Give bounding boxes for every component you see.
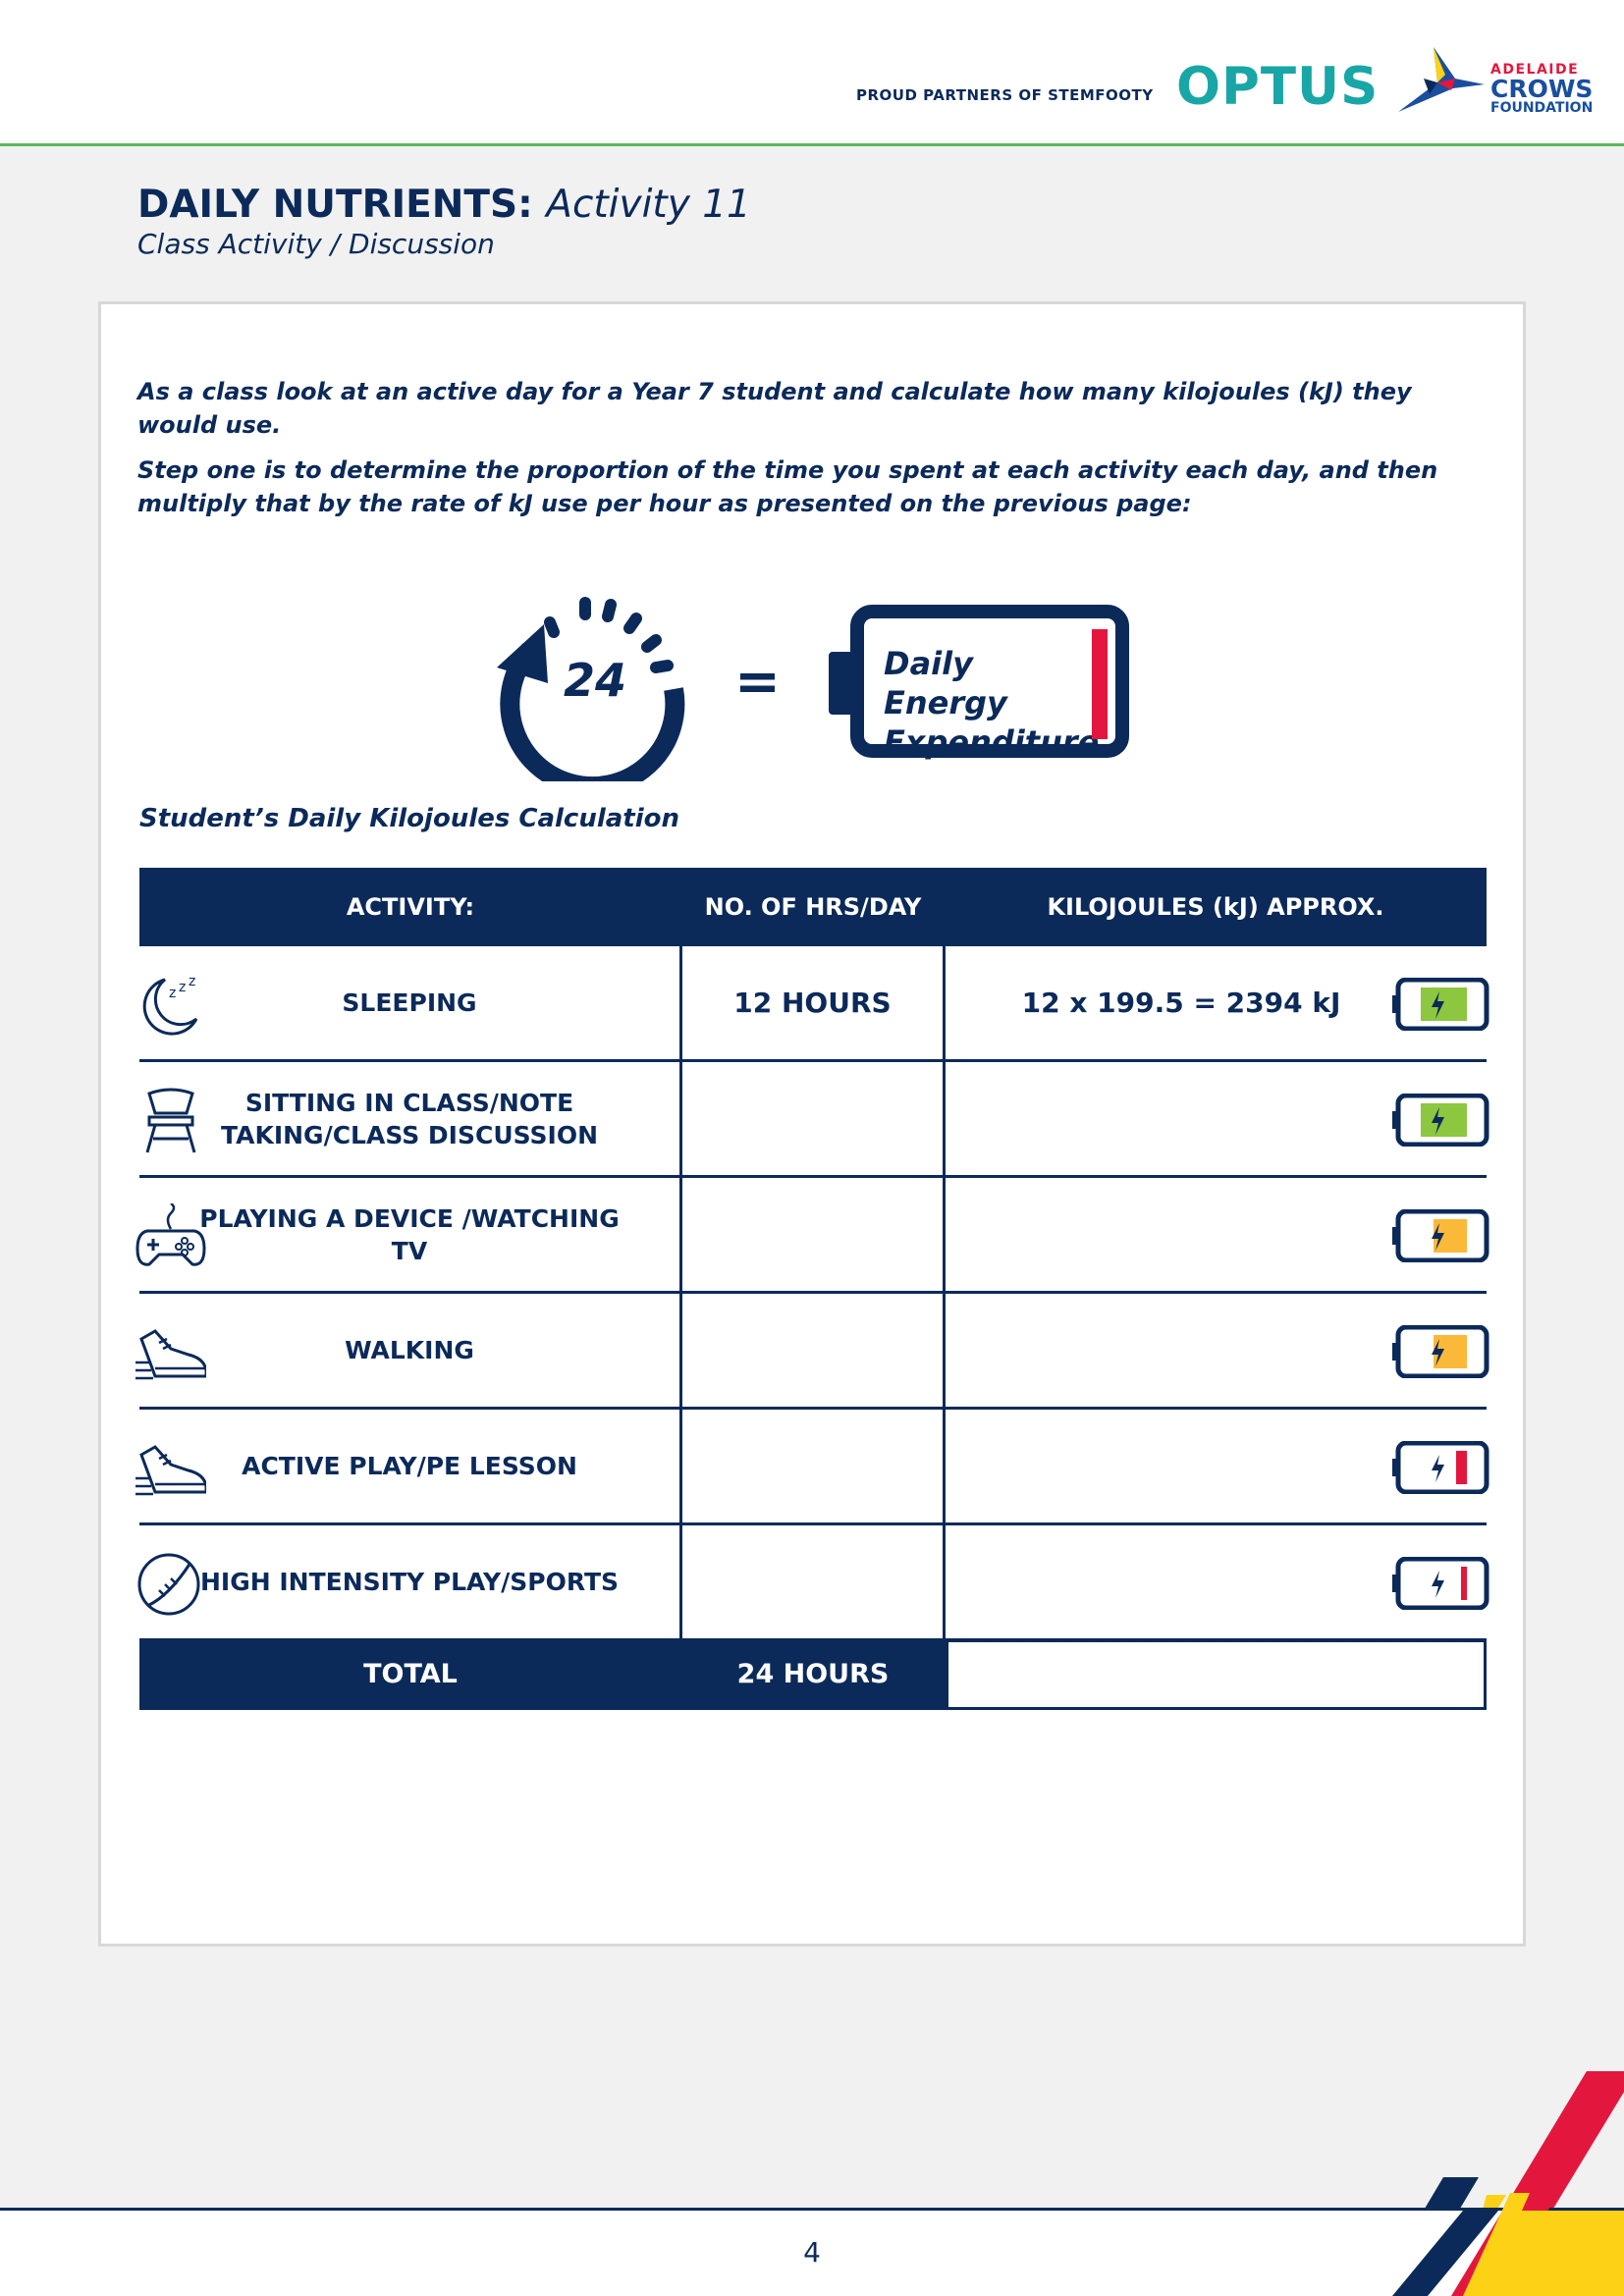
table-header: ACTIVITY: NO. OF HRS/DAY KILOJOULES (kJ)… — [139, 868, 1487, 946]
kilojoules-value[interactable] — [985, 1294, 1378, 1407]
activity-cell: z z z SLEEPING — [139, 946, 682, 1059]
table-row: PLAYING A DEVICE /WATCHING TV — [135, 1178, 1490, 1294]
battery-icon — [1392, 977, 1490, 1032]
header-hours: NO. OF HRS/DAY — [704, 893, 922, 921]
kilojoules-value[interactable] — [985, 1062, 1378, 1175]
partner-text: PROUD PARTNERS OF STEMFOOTY — [856, 86, 1154, 104]
header-kilojoules: KILOJOULES (kJ) APPROX. — [1047, 893, 1384, 921]
hours-value[interactable] — [682, 1294, 943, 1407]
total-cell: TOTAL 24 HOURS — [139, 1639, 946, 1710]
gamepad-icon — [135, 1201, 206, 1270]
table-row: ACTIVE PLAY/PE LESSON — [135, 1410, 1490, 1525]
page-number: 4 — [803, 2236, 821, 2269]
activity-cell: SITTING IN CLASS/NOTE TAKING/CLASS DISCU… — [139, 1062, 682, 1175]
equals-sign: = — [734, 650, 781, 714]
battery-icon — [1392, 1208, 1490, 1263]
svg-text:z: z — [189, 974, 195, 989]
kilojoules-cell[interactable]: 12 x 199.5 = 2394 kJ — [946, 946, 1490, 1059]
crows-line-foundation: FOUNDATION — [1490, 100, 1594, 116]
activity-label: PLAYING A DEVICE /WATCHING TV — [199, 1203, 620, 1265]
corner-stripes-front — [1392, 2071, 1624, 2296]
table-row: WALKING — [135, 1294, 1490, 1410]
battery-icon — [1392, 1324, 1490, 1379]
football-icon — [135, 1551, 206, 1618]
battery-line-2: Expenditure — [884, 723, 1100, 761]
activity-cell: WALKING — [135, 1294, 682, 1407]
activity-cell: HIGH INTENSITY PLAY/SPORTS — [137, 1525, 682, 1638]
hours-value[interactable] — [682, 1178, 943, 1291]
activity-label: WALKING — [345, 1336, 474, 1364]
kilojoules-value[interactable] — [985, 1178, 1378, 1291]
table-row: SITTING IN CLASS/NOTE TAKING/CLASS DISCU… — [139, 1062, 1490, 1178]
table-row: HIGH INTENSITY PLAY/SPORTS — [137, 1525, 1490, 1641]
page-subtitle: Class Activity / Discussion — [137, 228, 495, 260]
battery-level-bar — [1092, 629, 1108, 739]
activity-cell: ACTIVE PLAY/PE LESSON — [135, 1410, 682, 1522]
total-hours: 24 HOURS — [736, 1659, 890, 1689]
table-row: z z z SLEEPING 12 HOURS 12 x 199.5 = 2394 kJ — [139, 946, 1490, 1062]
hours-cell[interactable] — [682, 1294, 946, 1407]
page-title: DAILY NUTRIENTS: Activity 11 — [137, 183, 751, 227]
battery-icon — [1392, 1093, 1490, 1148]
energy-battery-label: Daily Energy Expenditure — [884, 644, 1100, 762]
activity-label: SLEEPING — [342, 988, 477, 1017]
clock-number: 24 — [564, 654, 627, 707]
crows-line-crows: CROWS — [1490, 75, 1594, 103]
battery-icon — [1392, 1440, 1490, 1495]
title-italic: Activity 11 — [546, 183, 751, 227]
kilojoules-value[interactable] — [985, 1410, 1378, 1522]
svg-text:z: z — [179, 980, 186, 995]
intro-paragraph-1: As a class look at an active day for a Y… — [137, 378, 1412, 439]
sneaker-icon — [135, 1319, 208, 1386]
hours-cell[interactable] — [682, 1062, 946, 1175]
kilojoules-cell[interactable] — [946, 1294, 1490, 1407]
crows-bird-icon — [1398, 47, 1485, 112]
table-caption: Student’s Daily Kilojoules Calculation — [139, 804, 680, 833]
battery-nub — [829, 652, 850, 715]
activity-label: HIGH INTENSITY PLAY/SPORTS — [199, 1568, 620, 1596]
crows-logo-text: ADELAIDE CROWS FOUNDATION — [1490, 63, 1593, 115]
kilojoules-value[interactable]: 12 x 199.5 = 2394 kJ — [985, 946, 1378, 1059]
hours-cell[interactable] — [682, 1410, 946, 1522]
activity-label: ACTIVE PLAY/PE LESSON — [242, 1452, 577, 1480]
kilojoules-cell[interactable] — [946, 1062, 1490, 1175]
page-header: PROUD PARTNERS OF STEMFOOTY OPTUS ADELAI… — [0, 0, 1624, 146]
hours-cell[interactable] — [682, 1178, 946, 1291]
battery-icon — [1392, 1556, 1490, 1611]
kilojoules-cell[interactable] — [946, 1178, 1490, 1291]
optus-logo: OPTUS — [1176, 57, 1380, 117]
battery-line-1: Daily Energy — [884, 645, 1007, 721]
kilojoules-value[interactable] — [985, 1525, 1378, 1638]
hours-value[interactable] — [682, 1062, 943, 1175]
hours-value[interactable] — [682, 1525, 943, 1638]
kilojoules-cell[interactable] — [946, 1410, 1490, 1522]
hours-value[interactable] — [682, 1410, 943, 1522]
header-activity: ACTIVITY: — [346, 893, 475, 921]
total-label: TOTAL — [363, 1659, 458, 1689]
total-row: TOTAL 24 HOURS — [139, 1639, 1487, 1710]
svg-text:z: z — [169, 986, 176, 1001]
hours-cell[interactable]: 12 HOURS — [682, 946, 946, 1059]
chair-icon — [135, 1088, 206, 1154]
kilojoules-cell[interactable] — [946, 1525, 1490, 1638]
total-kj-input[interactable] — [946, 1639, 1487, 1710]
hours-value[interactable]: 12 HOURS — [682, 946, 943, 1059]
sleep-icon: zzz — [135, 972, 206, 1039]
hours-cell[interactable] — [682, 1525, 946, 1638]
activity-cell: PLAYING A DEVICE /WATCHING TV — [135, 1178, 682, 1291]
intro-paragraph-2: Step one is to determine the proportion … — [137, 456, 1438, 517]
title-bold: DAILY NUTRIENTS: — [137, 183, 533, 227]
activity-label: SITTING IN CLASS/NOTE TAKING/CLASS DISCU… — [221, 1088, 598, 1149]
sneaker-icon — [135, 1435, 208, 1502]
